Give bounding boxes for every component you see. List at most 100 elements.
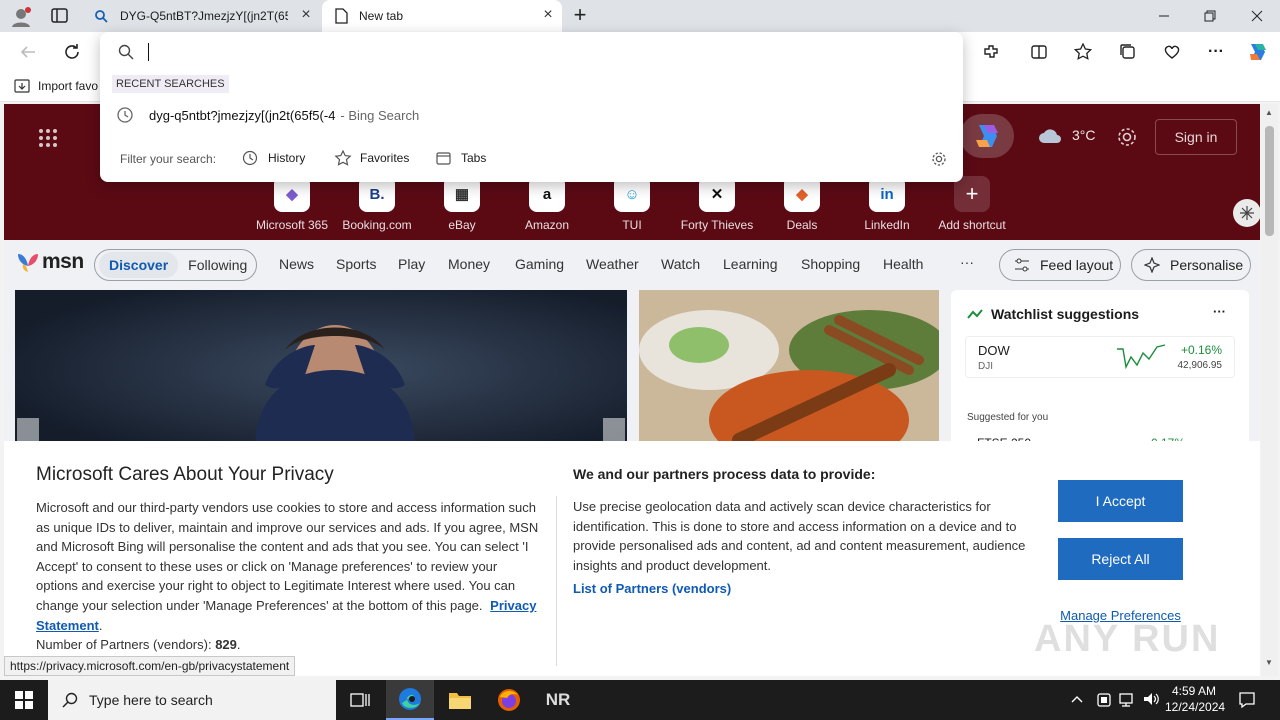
- tray-security-icon[interactable]: [1096, 692, 1112, 708]
- filter-favorites-label: Favorites: [360, 151, 410, 165]
- shortcut-tile[interactable]: ◆ Microsoft 365: [252, 176, 332, 232]
- taskbar-search-icon: [62, 692, 78, 708]
- shortcut-tile[interactable]: ▦ eBay: [422, 176, 502, 232]
- new-tab-button[interactable]: +: [568, 3, 592, 27]
- shortcut-tile[interactable]: ◆ Deals: [762, 176, 842, 232]
- nav-item-play[interactable]: Play: [398, 256, 425, 272]
- page-scrollbar[interactable]: ▲ ▼: [1261, 104, 1278, 676]
- accept-button[interactable]: I Accept: [1058, 480, 1183, 522]
- task-view-icon[interactable]: [336, 680, 384, 720]
- stock-sparkline: [1117, 344, 1166, 370]
- nav-item-health[interactable]: Health: [883, 256, 923, 272]
- title-bar: DYG-Q5ntBT?JmezjzY[(jn2T(65f5( × New tab…: [0, 0, 1280, 32]
- filter-tabs[interactable]: Tabs: [435, 150, 486, 166]
- tab-close-button[interactable]: ×: [298, 7, 314, 24]
- filter-history[interactable]: History: [242, 150, 305, 166]
- favorites-star-icon[interactable]: [1069, 40, 1097, 64]
- watchlist-more-button[interactable]: ···: [1213, 304, 1226, 319]
- nav-item-money[interactable]: Money: [448, 256, 490, 272]
- more-categories-button[interactable]: ···: [960, 254, 974, 270]
- stock-value: 42,906.95: [1177, 360, 1223, 371]
- news-card-hero[interactable]: [15, 290, 627, 450]
- restore-button[interactable]: [1187, 0, 1233, 32]
- taskbar-search-box[interactable]: Type here to search: [48, 680, 336, 720]
- shortcut-label: Microsoft 365: [255, 218, 329, 232]
- tabs-icon: [435, 150, 453, 166]
- list-of-partners-link[interactable]: List of Partners (vendors): [573, 581, 731, 596]
- nav-item-news[interactable]: News: [279, 256, 314, 272]
- personalise-button[interactable]: Personalise: [1131, 249, 1251, 281]
- scroll-thumb[interactable]: [1265, 126, 1274, 236]
- feed-layout-label: Feed layout: [1040, 257, 1114, 273]
- msn-logo-text: msn: [42, 250, 84, 273]
- shortcut-tile[interactable]: a Amazon: [507, 176, 587, 232]
- close-window-button[interactable]: [1234, 0, 1280, 32]
- weather-widget[interactable]: 3°C: [1038, 126, 1096, 144]
- filter-favorites[interactable]: Favorites: [334, 150, 409, 166]
- following-tab[interactable]: Following: [178, 252, 257, 278]
- sliders-icon: [1014, 258, 1030, 272]
- refresh-icon[interactable]: [58, 40, 86, 64]
- start-button[interactable]: [0, 680, 48, 720]
- nav-item-shopping[interactable]: Shopping: [801, 256, 860, 272]
- extensions-icon[interactable]: [977, 40, 1005, 64]
- nav-item-gaming[interactable]: Gaming: [515, 256, 564, 272]
- feed-layout-button[interactable]: Feed layout: [999, 249, 1121, 281]
- news-photo-footballer: [15, 290, 627, 450]
- tab-close-button[interactable]: ×: [540, 7, 556, 24]
- browser-essentials-icon[interactable]: [1158, 40, 1186, 64]
- stock-row-dow[interactable]: DOW DJI +0.16% 42,906.95: [965, 336, 1235, 378]
- shortcut-tile[interactable]: in LinkedIn: [847, 176, 927, 232]
- tab-previous[interactable]: DYG-Q5ntBT?JmezjzY[(jn2T(65f5( ×: [86, 0, 320, 32]
- sparkle-icon[interactable]: [1233, 199, 1260, 227]
- copilot-hero-icon[interactable]: [960, 114, 1014, 158]
- volume-icon[interactable]: [1142, 691, 1160, 707]
- show-hidden-icons-chevron-icon[interactable]: [1070, 692, 1084, 706]
- settings-gear-icon[interactable]: [1116, 126, 1138, 148]
- tab-new-tab[interactable]: New tab ×: [322, 0, 562, 32]
- recent-search-item[interactable]: dyg-q5ntbt?jmezjzy[(jn2t(65f5(-4 - Bing …: [100, 100, 963, 130]
- news-photo-satay: [639, 290, 939, 450]
- copilot-icon[interactable]: [1246, 40, 1270, 64]
- firefox-icon[interactable]: [485, 680, 533, 720]
- privacy-title: Microsoft Cares About Your Privacy: [36, 464, 334, 485]
- network-icon[interactable]: [1119, 692, 1137, 708]
- edge-taskbar-icon[interactable]: [386, 680, 434, 720]
- status-url-tooltip: https://privacy.microsoft.com/en-gb/priv…: [4, 656, 296, 676]
- scroll-down-arrow[interactable]: ▼: [1265, 658, 1273, 667]
- clock[interactable]: 4:59 AM 12/24/2024: [1165, 683, 1225, 715]
- nav-item-sports[interactable]: Sports: [336, 256, 376, 272]
- import-favorites-button[interactable]: Import favo: [14, 78, 98, 94]
- windows-logo-icon: [15, 691, 33, 709]
- address-input[interactable]: [146, 40, 926, 64]
- data-processing-title: We and our partners process data to prov…: [573, 466, 876, 482]
- taskbar: Type here to search NR 4:59 AM 12/24/202…: [0, 680, 1280, 720]
- msn-logo[interactable]: msn: [16, 250, 84, 274]
- reject-all-button[interactable]: Reject All: [1058, 538, 1183, 580]
- nav-item-watch[interactable]: Watch: [661, 256, 700, 272]
- settings-more-icon[interactable]: ···: [1202, 40, 1230, 64]
- discover-tab[interactable]: Discover: [99, 252, 179, 278]
- file-explorer-icon[interactable]: [436, 680, 484, 720]
- shortcut-tile[interactable]: B. Booking.com: [337, 176, 417, 232]
- nr-app-icon[interactable]: NR: [534, 680, 582, 720]
- back-icon[interactable]: [14, 40, 42, 64]
- news-card-food[interactable]: [639, 290, 939, 450]
- sign-in-button[interactable]: Sign in: [1155, 119, 1237, 155]
- tab-title: New tab: [359, 9, 404, 23]
- nav-item-weather[interactable]: Weather: [586, 256, 639, 272]
- tab-actions-icon[interactable]: [50, 7, 70, 25]
- search-settings-gear-icon[interactable]: [931, 151, 947, 167]
- shortcut-tile[interactable]: + Add shortcut: [932, 176, 1012, 232]
- nav-item-learning[interactable]: Learning: [723, 256, 778, 272]
- split-screen-icon[interactable]: [1025, 40, 1053, 64]
- shortcut-label: Deals: [786, 218, 818, 232]
- shortcut-tile[interactable]: ☺ TUI: [592, 176, 672, 232]
- minimize-button[interactable]: [1141, 0, 1187, 32]
- notifications-icon[interactable]: [1238, 691, 1256, 709]
- collections-icon[interactable]: [1114, 40, 1142, 64]
- scroll-up-arrow[interactable]: ▲: [1265, 108, 1273, 117]
- app-launcher-icon[interactable]: [38, 128, 58, 148]
- shortcut-tile[interactable]: ✕ Forty Thieves: [677, 176, 757, 232]
- profile-icon[interactable]: [10, 6, 32, 28]
